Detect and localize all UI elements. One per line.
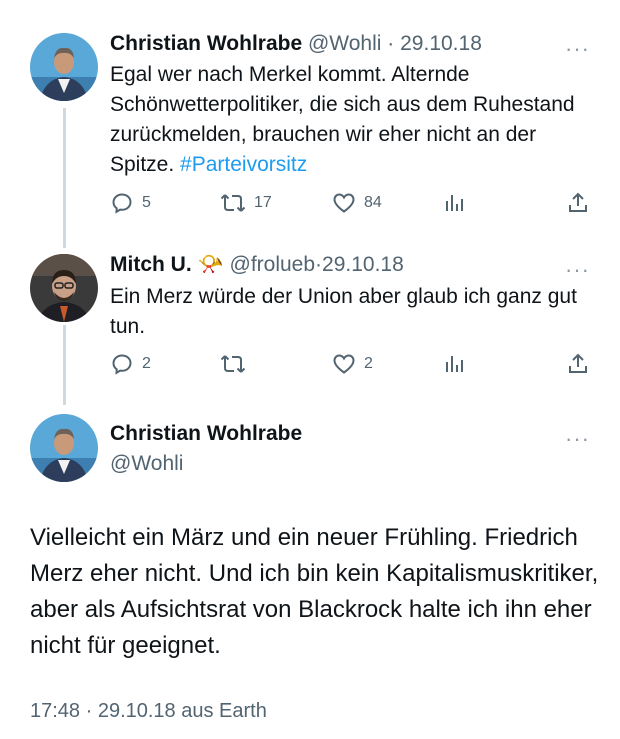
retweet-icon <box>220 194 246 212</box>
share-button[interactable] <box>566 349 590 379</box>
retweet-button[interactable]: 17 <box>220 188 272 218</box>
tweet-text: Ein Merz würde der Union aber glaub ich … <box>110 285 577 338</box>
reply-count: 2 <box>142 355 151 372</box>
main-tweet-text: Vielleicht ein März und ein neuer Frühli… <box>30 524 599 659</box>
retweet-count: 17 <box>254 194 272 211</box>
tweet-meta[interactable]: 17:48 · 29.10.18 aus Earth <box>30 700 267 723</box>
hashtag-link[interactable]: #Parteivorsitz <box>180 153 307 176</box>
analytics-icon <box>446 195 463 211</box>
tweet-header: Mitch U. 📯 @frolueb·29.10.18 <box>110 251 404 279</box>
author-handle[interactable]: @Wohli <box>308 32 381 55</box>
main-author-name-wrap: Christian Wohlrabe <box>110 420 302 448</box>
separator-dot: · <box>387 32 395 55</box>
main-author-handle-wrap: @Wohli <box>110 450 183 478</box>
share-button[interactable] <box>566 188 590 218</box>
more-options-icon[interactable]: ··· <box>565 259 590 281</box>
tweet-header: Christian Wohlrabe @Wohli · 29.10.18 <box>110 30 482 58</box>
author-name[interactable]: Christian Wohlrabe <box>110 32 302 55</box>
share-icon <box>569 353 587 373</box>
avatar[interactable] <box>30 33 98 101</box>
reply-icon <box>112 354 132 375</box>
avatar[interactable] <box>30 414 98 482</box>
reply-button[interactable]: 5 <box>110 188 151 218</box>
tweet-date[interactable]: 29.10.18 <box>322 253 404 276</box>
thread-line <box>63 108 66 248</box>
retweet-button[interactable] <box>220 349 254 379</box>
author-handle[interactable]: @frolueb <box>230 253 316 276</box>
views-button[interactable] <box>444 188 466 218</box>
reply-count: 5 <box>142 194 151 211</box>
action-bar: 5 17 84 <box>110 188 590 218</box>
avatar[interactable] <box>30 254 98 322</box>
heart-icon <box>333 354 355 374</box>
like-button[interactable]: 84 <box>332 188 382 218</box>
reply-icon <box>112 193 132 214</box>
analytics-icon <box>446 356 463 372</box>
tweet-text: Egal wer nach Merkel kommt. Alternde Sch… <box>110 60 590 180</box>
like-count: 84 <box>364 194 382 211</box>
postal-horn-emoji: 📯 <box>197 253 224 276</box>
share-icon <box>569 192 587 212</box>
like-button[interactable]: 2 <box>332 349 373 379</box>
author-name[interactable]: Christian Wohlrabe <box>110 422 302 445</box>
heart-icon <box>333 193 355 213</box>
more-options-icon[interactable]: ··· <box>565 38 590 60</box>
action-bar: 2 2 <box>110 349 590 379</box>
tweet-date[interactable]: 29.10.18 <box>400 32 482 55</box>
thread-line <box>63 325 66 405</box>
author-name[interactable]: Mitch U. <box>110 253 192 276</box>
author-handle[interactable]: @Wohli <box>110 452 183 475</box>
retweet-icon <box>220 355 246 373</box>
separator-dot: · <box>315 253 323 276</box>
more-options-icon[interactable]: ··· <box>565 428 590 450</box>
like-count: 2 <box>364 355 373 372</box>
reply-button[interactable]: 2 <box>110 349 151 379</box>
views-button[interactable] <box>444 349 466 379</box>
